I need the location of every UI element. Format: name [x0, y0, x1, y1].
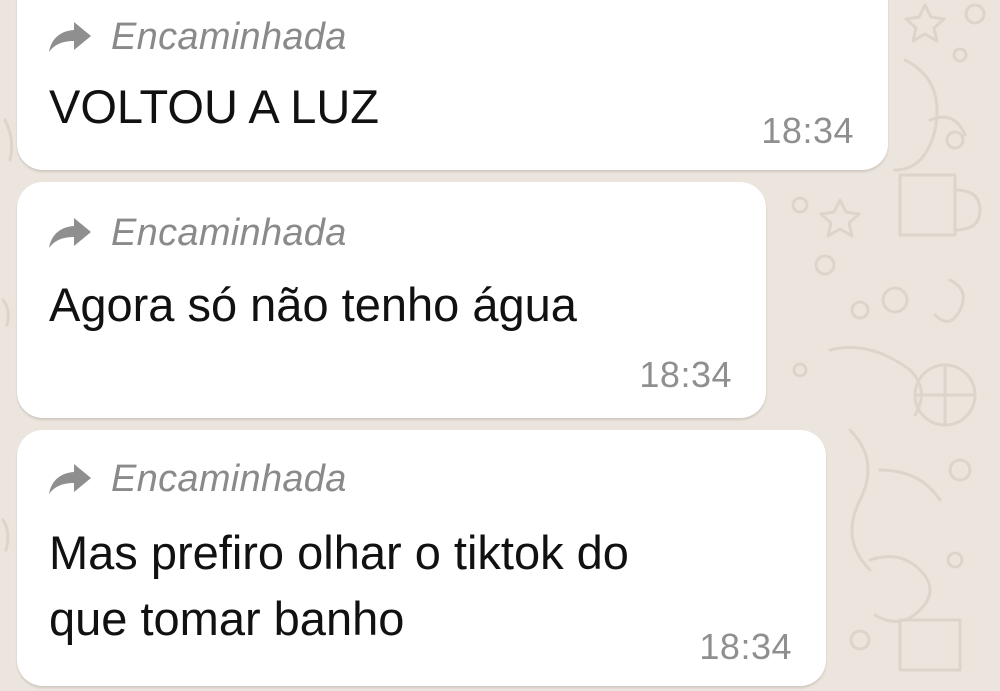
- forward-arrow-icon: [49, 22, 91, 52]
- message-text: Agora só não tenho água: [49, 278, 577, 331]
- message-text: Mas prefiro olhar o tiktok do que tomar …: [49, 526, 629, 645]
- message-time: 18:34: [761, 110, 854, 151]
- forward-arrow-icon: [49, 464, 91, 494]
- forwarded-label: Encaminhada: [111, 15, 347, 58]
- forward-arrow-icon: [49, 218, 91, 248]
- forwarded-header: Encaminhada: [47, 454, 347, 504]
- forwarded-label: Encaminhada: [111, 457, 347, 500]
- message-bubble[interactable]: Encaminhada Mas prefiro olhar o tiktok d…: [17, 430, 826, 686]
- message-time: 18:34: [639, 354, 732, 395]
- message-text: VOLTOU A LUZ: [49, 80, 379, 133]
- forwarded-label: Encaminhada: [111, 211, 347, 254]
- message-bubble[interactable]: Encaminhada Agora só não tenho água 18:3…: [17, 182, 766, 418]
- message-time: 18:34: [699, 626, 792, 667]
- forwarded-header: Encaminhada: [47, 208, 347, 258]
- message-bubble[interactable]: Encaminhada VOLTOU A LUZ 18:34: [17, 0, 888, 170]
- forwarded-header: Encaminhada: [47, 12, 347, 62]
